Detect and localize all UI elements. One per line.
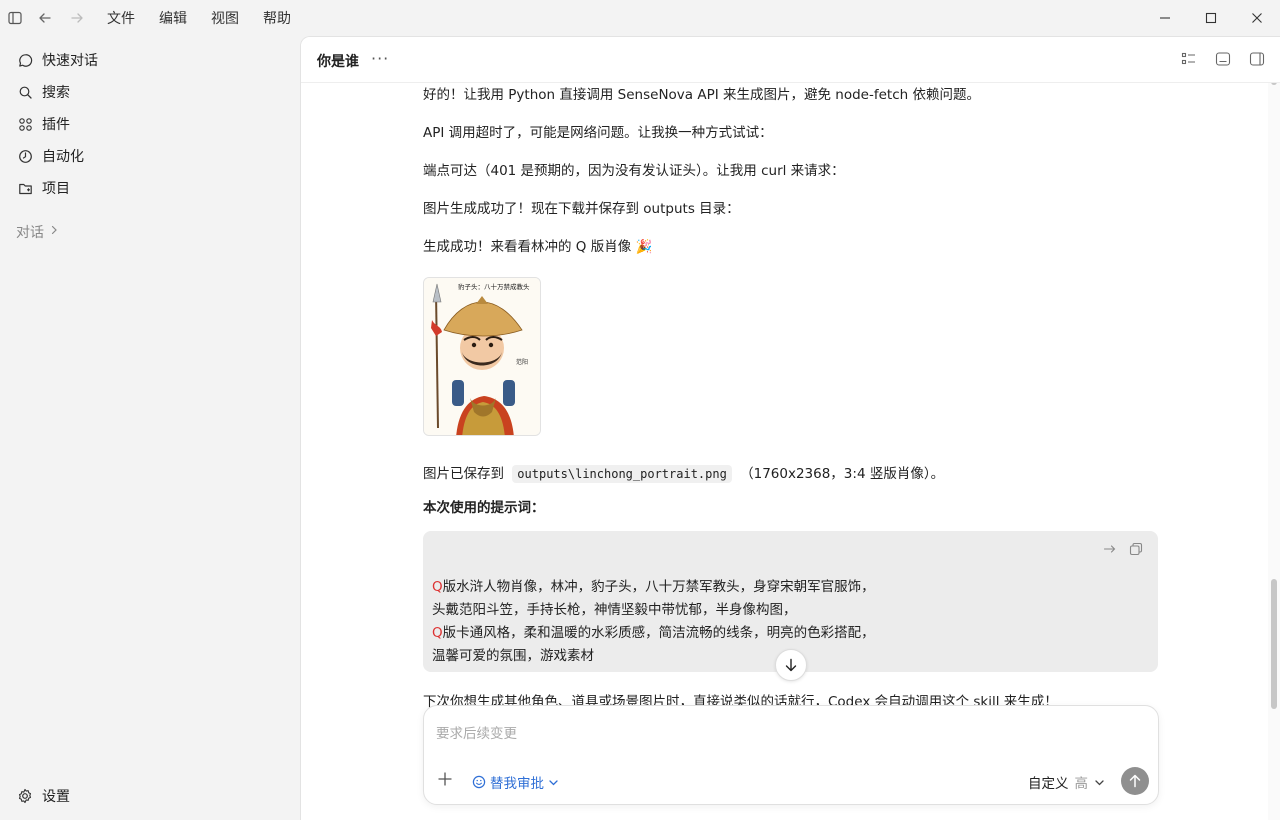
scrollbar-thumb[interactable] xyxy=(1271,579,1277,709)
prompt-line: 头戴范阳斗笠，手持长枪，神情坚毅中带忧郁，半身像构图， xyxy=(432,602,797,618)
page-title: 你是谁 xyxy=(317,54,359,70)
maximize-icon[interactable] xyxy=(1188,0,1234,36)
assistant-message: 端点可达（401 是预期的，因为没有发认证头）。让我用 curl 来请求： xyxy=(423,163,845,179)
portrait-banner: 豹子头：八十万禁成教头 xyxy=(458,282,530,291)
checklist-icon[interactable] xyxy=(1181,51,1199,69)
portrait-illustration: 豹子头：八十万禁成教头 范阳 xyxy=(424,278,540,435)
assistant-message: API 调用超时了，可能是网络问题。让我换一种方式试试： xyxy=(423,125,773,141)
approval-mode-button[interactable]: 替我审批 xyxy=(472,772,559,792)
prompt-line: Q版水浒人物肖像，林冲，豹子头，八十万禁军教头，身穿宋朝军官服饰， xyxy=(432,579,875,595)
saved-path-message: 图片已保存到 outputs\linchong_portrait.png （17… xyxy=(423,462,945,483)
chevron-down-icon xyxy=(548,777,559,788)
chat-bubble-icon xyxy=(16,51,34,69)
assistant-message: 图片生成成功了！现在下载并保存到 outputs 目录： xyxy=(423,201,740,217)
sidebar: 快速对话 搜索 插件 自动化 项目 对话 设置 xyxy=(0,36,300,820)
grid-icon xyxy=(16,115,34,133)
scrollbar[interactable] xyxy=(1268,37,1280,820)
sidebar-item-label: 插件 xyxy=(42,117,70,133)
gear-icon xyxy=(16,787,34,805)
assistant-message: 好的！让我用 Python 直接调用 SenseNova API 来生成图片，避… xyxy=(423,87,980,103)
app-window: 文件 编辑 视图 帮助 快速对话 搜索 插件 自动化 项目 对话 设置 你是谁 … xyxy=(0,0,1280,820)
forward-arrow-icon[interactable] xyxy=(68,9,86,27)
wrap-arrow-icon[interactable] xyxy=(1103,541,1119,557)
approval-label: 替我审批 xyxy=(490,776,544,792)
sidebar-item-plugins[interactable]: 插件 xyxy=(14,110,284,138)
minimize-icon[interactable] xyxy=(1142,0,1188,36)
composer-input[interactable]: 要求后续变更 xyxy=(436,722,517,742)
sidebar-item-label: 快速对话 xyxy=(42,53,98,69)
search-icon xyxy=(16,83,34,101)
mode-label: 自定义 xyxy=(1028,776,1069,792)
chevron-down-icon xyxy=(1094,777,1105,788)
sidebar-toggle-icon[interactable] xyxy=(6,9,24,27)
arrow-down-icon xyxy=(784,658,798,672)
file-path-code: outputs\linchong_portrait.png xyxy=(512,465,732,483)
send-button[interactable] xyxy=(1121,767,1149,795)
sidebar-item-quick-chat[interactable]: 快速对话 xyxy=(14,46,284,74)
menu-edit[interactable]: 编辑 xyxy=(159,0,187,36)
menu-help[interactable]: 帮助 xyxy=(263,0,291,36)
model-mode-selector[interactable]: 自定义 高 xyxy=(1028,772,1105,792)
title-bar: 文件 编辑 视图 帮助 xyxy=(0,0,1280,36)
section-label: 对话 xyxy=(16,225,44,241)
sidebar-item-label: 项目 xyxy=(42,181,70,197)
conversations-section[interactable]: 对话 xyxy=(16,222,60,242)
sidebar-item-search[interactable]: 搜索 xyxy=(14,78,284,106)
prompt-line: Q版卡通风格，柔和温暖的水彩质感，简洁流畅的线条，明亮的色彩搭配， xyxy=(432,625,875,641)
generated-portrait-image[interactable]: 豹子头：八十万禁成教头 范阳 xyxy=(423,277,541,436)
conversation-header: 你是谁 ··· xyxy=(301,37,1280,83)
side-panel-icon[interactable] xyxy=(1249,51,1267,69)
assistant-message: 生成成功！来看看林冲的 Q 版肖像 🎉 xyxy=(423,239,653,255)
copy-icon[interactable] xyxy=(1129,541,1145,557)
folder-icon xyxy=(16,179,34,197)
menu-view[interactable]: 视图 xyxy=(211,0,239,36)
bottom-panel-icon[interactable] xyxy=(1215,51,1233,69)
prompt-line: 温馨可爱的氛围，游戏素材 xyxy=(432,648,594,664)
close-icon[interactable] xyxy=(1234,0,1280,36)
add-attachment-button[interactable] xyxy=(436,770,456,790)
level-label: 高 xyxy=(1074,776,1089,792)
arrow-up-icon xyxy=(1128,774,1142,788)
approval-icon xyxy=(472,775,486,789)
sidebar-item-label: 自动化 xyxy=(42,149,84,165)
saved-suffix: （1760x2368，3:4 竖版肖像）。 xyxy=(740,466,945,482)
saved-prefix: 图片已保存到 xyxy=(423,466,504,482)
settings-button[interactable]: 设置 xyxy=(14,784,70,808)
menu-file[interactable]: 文件 xyxy=(107,0,135,36)
more-options-button[interactable]: ··· xyxy=(371,49,389,68)
sidebar-item-automation[interactable]: 自动化 xyxy=(14,142,284,170)
clock-icon xyxy=(16,147,34,165)
sidebar-item-projects[interactable]: 项目 xyxy=(14,174,284,202)
scroll-to-bottom-button[interactable] xyxy=(775,649,807,681)
chevron-right-icon xyxy=(48,224,60,240)
main-panel: 你是谁 ··· 好的！让我用 Python 直接调用 SenseNova API… xyxy=(300,36,1280,820)
composer[interactable]: 要求后续变更 替我审批 自定义 高 xyxy=(423,705,1159,805)
back-arrow-icon[interactable] xyxy=(36,9,54,27)
sidebar-item-label: 搜索 xyxy=(42,85,70,101)
plus-icon xyxy=(438,772,452,786)
portrait-side-label: 范阳 xyxy=(516,358,528,366)
settings-label: 设置 xyxy=(42,789,70,805)
prompt-heading: 本次使用的提示词： xyxy=(423,500,545,516)
